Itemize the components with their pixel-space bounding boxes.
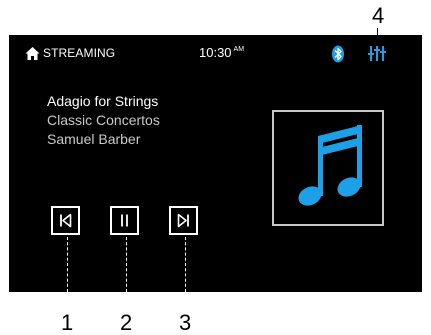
callout-3: 3: [179, 310, 192, 335]
album-art: [272, 110, 384, 226]
callout-line-4: [377, 28, 378, 36]
callout-line-3: [185, 237, 187, 292]
home-icon[interactable]: [25, 46, 40, 61]
previous-track-button[interactable]: [51, 206, 80, 235]
callout-1: 1: [61, 310, 74, 335]
skip-next-icon: [177, 213, 189, 228]
clock-ampm: AM: [233, 46, 245, 53]
track-album: Classic Concertos: [47, 112, 160, 128]
callout-line-1: [67, 237, 69, 292]
track-artist: Samuel Barber: [47, 131, 141, 147]
equalizer-icon[interactable]: [368, 45, 386, 62]
skip-previous-icon: [60, 213, 72, 228]
pause-icon: [121, 214, 128, 227]
bluetooth-icon: [332, 45, 344, 63]
callout-4: 4: [372, 3, 385, 28]
clock-time: 10:30: [199, 45, 232, 60]
pause-button[interactable]: [110, 206, 139, 235]
clock: 10:30 AM: [199, 45, 244, 60]
track-info: Adagio for Strings Classic Concertos Sam…: [47, 92, 160, 149]
track-title: Adagio for Strings: [47, 93, 159, 109]
music-note-icon: [298, 125, 362, 206]
callout-2: 2: [120, 310, 133, 335]
next-track-button[interactable]: [169, 206, 198, 235]
callout-line-2: [126, 237, 128, 292]
status-bar: STREAMING 10:30 AM: [9, 35, 422, 73]
infotainment-screen: STREAMING 10:30 AM Adagio for Strings Cla…: [9, 35, 422, 292]
source-label: STREAMING: [43, 46, 116, 60]
